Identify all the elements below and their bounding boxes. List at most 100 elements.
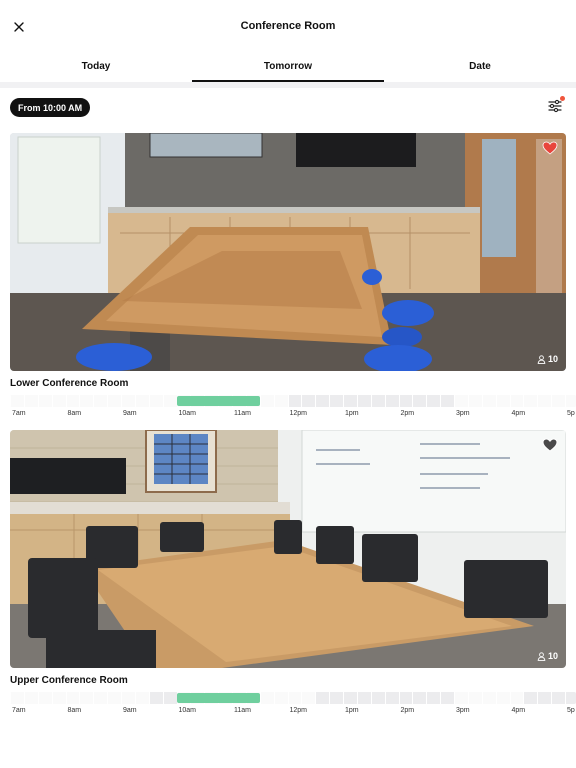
timeline-slot-free[interactable] <box>537 395 552 407</box>
day-tabs: Today Tomorrow Date <box>0 56 576 82</box>
timeline-slot-free[interactable] <box>134 692 149 704</box>
timeline-slot-free[interactable] <box>467 692 482 704</box>
tab-date[interactable]: Date <box>384 56 576 82</box>
hour-label: 3pm <box>456 410 470 417</box>
timeline-slot-busy[interactable] <box>440 692 454 704</box>
timeline-slot-busy[interactable] <box>440 395 454 407</box>
timeline-slot-free[interactable] <box>23 395 38 407</box>
timeline-slot-free[interactable] <box>565 395 576 407</box>
timeline-slot-free[interactable] <box>121 692 135 704</box>
timeline-slot-free[interactable] <box>107 395 121 407</box>
timeline-slot-busy[interactable] <box>356 692 371 704</box>
timeline-slot-free[interactable] <box>301 692 316 704</box>
availability-timeline[interactable] <box>10 395 576 407</box>
timeline-slot-busy[interactable] <box>384 692 399 704</box>
timeline-slot-free[interactable] <box>65 692 80 704</box>
timeline-slot-busy[interactable] <box>398 692 413 704</box>
timeline-slot-busy[interactable] <box>329 395 343 407</box>
timeline-selection[interactable] <box>176 693 260 703</box>
timeline-slot-busy[interactable] <box>301 395 316 407</box>
timeline-slot-free[interactable] <box>509 395 524 407</box>
room-photo[interactable]: 10 <box>10 133 566 371</box>
hour-label: 5p <box>567 707 575 714</box>
favorite-button[interactable] <box>542 140 558 156</box>
hour-label: 5p <box>567 410 575 417</box>
timeline-slot-busy[interactable] <box>565 692 576 704</box>
hour-label: 12pm <box>289 707 308 714</box>
timeline-slot-free[interactable] <box>467 395 482 407</box>
timeline-slot-free[interactable] <box>551 395 565 407</box>
room-capacity-value: 10 <box>547 354 558 364</box>
person-icon <box>537 651 546 661</box>
timeline-slot-free[interactable] <box>93 395 108 407</box>
room-name: Upper Conference Room <box>10 675 128 686</box>
timeline-slot-free[interactable] <box>134 395 149 407</box>
heart-icon <box>542 438 558 452</box>
timeline-slot-busy[interactable] <box>370 692 385 704</box>
timeline-slot-free[interactable] <box>495 692 510 704</box>
timeline-slot-busy[interactable] <box>412 692 427 704</box>
timeline-slot-busy[interactable] <box>412 395 427 407</box>
timeline-slot-free[interactable] <box>10 395 24 407</box>
timeline-selection[interactable] <box>176 396 260 406</box>
tab-tomorrow[interactable]: Tomorrow <box>192 56 384 82</box>
timeline-slot-free[interactable] <box>79 692 94 704</box>
timeline-slot-free[interactable] <box>495 395 510 407</box>
timeline-slot-free[interactable] <box>107 692 121 704</box>
timeline-slot-free[interactable] <box>51 395 66 407</box>
start-time-filter[interactable]: From 10:00 AM <box>10 98 91 117</box>
timeline-slot-free[interactable] <box>287 692 302 704</box>
timeline-slot-free[interactable] <box>481 395 496 407</box>
room-card: 10 Lower Conference Room 7am 8am 9am 10am 11… <box>10 133 576 422</box>
timeline-slot-busy[interactable] <box>343 395 357 407</box>
timeline-slot-busy[interactable] <box>426 692 441 704</box>
timeline-slot-busy[interactable] <box>329 692 343 704</box>
timeline-slot-free[interactable] <box>148 395 163 407</box>
timeline-slot-free[interactable] <box>51 692 66 704</box>
timeline-slot-free[interactable] <box>79 395 94 407</box>
hour-label: 7am <box>12 707 26 714</box>
timeline-slot-busy[interactable] <box>398 395 413 407</box>
tab-today[interactable]: Today <box>0 56 192 82</box>
timeline-slot-free[interactable] <box>454 692 468 704</box>
availability-timeline[interactable] <box>10 692 576 704</box>
timeline-slot-free[interactable] <box>121 395 135 407</box>
timeline-slot-busy[interactable] <box>315 692 330 704</box>
timeline-slot-free[interactable] <box>259 692 274 704</box>
timeline-slot-free[interactable] <box>509 692 524 704</box>
timeline-slot-busy[interactable] <box>370 395 385 407</box>
timeline-slot-busy[interactable] <box>523 692 538 704</box>
timeline-slot-busy[interactable] <box>356 395 371 407</box>
timeline-slot-free[interactable] <box>523 395 538 407</box>
timeline-slot-free[interactable] <box>23 692 38 704</box>
timeline-slot-busy[interactable] <box>426 395 441 407</box>
timeline-slot-busy[interactable] <box>384 395 399 407</box>
timeline-slot-free[interactable] <box>37 692 52 704</box>
timeline-slot-busy[interactable] <box>315 395 330 407</box>
timeline-slot-busy[interactable] <box>343 692 357 704</box>
hour-label: 4pm <box>511 410 526 417</box>
timeline-slot-busy[interactable] <box>287 395 302 407</box>
timeline-slot-busy[interactable] <box>551 692 565 704</box>
hour-labels: 7am 8am 9am 10am 11am 12pm 1pm 2pm 3pm 4pm 5p <box>10 410 576 422</box>
timeline-slot-free[interactable] <box>481 692 496 704</box>
active-filter-dot <box>560 96 565 101</box>
timeline-slot-free[interactable] <box>65 395 80 407</box>
filter-button[interactable] <box>545 96 565 116</box>
hour-label: 1pm <box>345 707 359 714</box>
timeline-slot-free[interactable] <box>93 692 108 704</box>
timeline-slot-busy[interactable] <box>537 692 552 704</box>
timeline-slot-free[interactable] <box>10 692 24 704</box>
hour-label: 8am <box>67 410 82 417</box>
timeline-slot-busy[interactable] <box>148 692 163 704</box>
timeline-slot-free[interactable] <box>37 395 52 407</box>
favorite-button[interactable] <box>542 437 558 453</box>
timeline-slot-free[interactable] <box>454 395 468 407</box>
timeline-slot-free[interactable] <box>162 395 177 407</box>
person-icon <box>537 354 546 364</box>
timeline-slot-busy[interactable] <box>162 692 177 704</box>
timeline-slot-free[interactable] <box>273 692 288 704</box>
timeline-slot-free[interactable] <box>273 395 288 407</box>
room-photo[interactable]: 10 <box>10 430 566 668</box>
timeline-slot-free[interactable] <box>259 395 274 407</box>
